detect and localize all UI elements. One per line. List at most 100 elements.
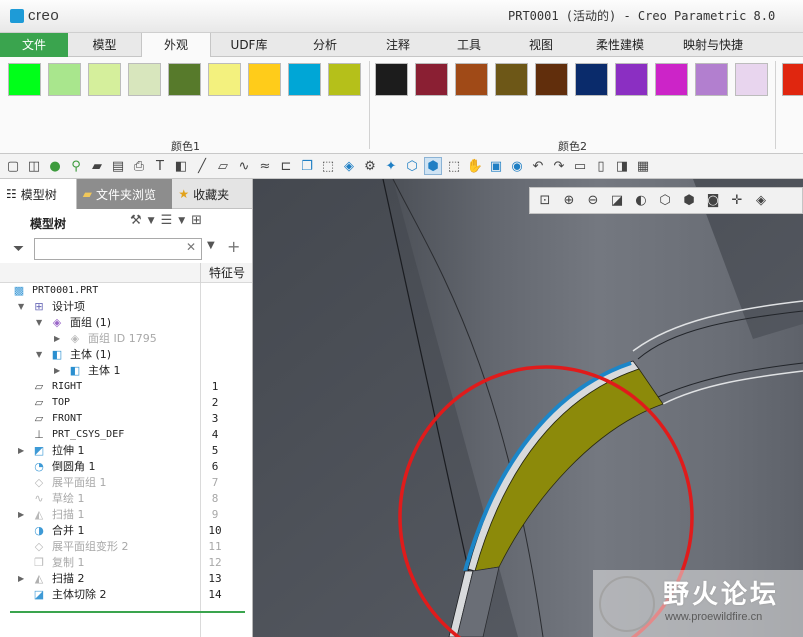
color-swatch[interactable] [655, 63, 688, 96]
line-icon[interactable]: ╱ [193, 157, 211, 175]
saved-views-icon[interactable]: ⬢ [680, 193, 698, 208]
plane-icon[interactable]: ▱ [214, 157, 232, 175]
expand-icon[interactable]: ▶ [54, 363, 60, 379]
collapse-icon[interactable]: ▼ [18, 299, 24, 315]
ribbon-tab[interactable]: 注释 [363, 33, 433, 57]
chevron-down-icon[interactable]: ▼ [178, 216, 185, 226]
collapse-icon[interactable]: ▼ [36, 347, 42, 363]
tree-row[interactable]: ▶ ◭ 扫描 1 9 [0, 507, 252, 523]
tree-settings-icon[interactable]: ⚒ [130, 213, 142, 228]
tree-row[interactable]: ▱ FRONT 3 [0, 411, 252, 427]
tree-row[interactable]: ◪ 主体切除 2 14 [0, 587, 252, 603]
ribbon-tab[interactable]: 映射与快捷 [663, 33, 763, 57]
color-swatch[interactable] [288, 63, 321, 96]
select-box-icon[interactable]: ⬚ [445, 157, 463, 175]
tab-folder-browser[interactable]: ▰ 文件夹浏览 [76, 179, 173, 209]
view-cube-icon[interactable]: ⬡ [656, 193, 674, 208]
expand-icon[interactable]: ▶ [54, 331, 60, 347]
tree-row[interactable]: ▶ ◈ 面组 ID 1795 [0, 331, 252, 347]
tree-row[interactable]: ▼ ◧ 主体 (1) [0, 347, 252, 363]
folder-icon[interactable]: ▰ [88, 157, 106, 175]
zoom-out-icon[interactable]: ⊖ [584, 193, 602, 208]
page-icon[interactable]: ▯ [592, 157, 610, 175]
color-swatch[interactable] [415, 63, 448, 96]
ribbon-tab[interactable]: UDF库 [211, 33, 287, 57]
text-icon[interactable]: T [151, 157, 169, 175]
tree-row[interactable]: ◇ 展平面组 1 7 [0, 475, 252, 491]
curve-icon[interactable]: ≈ [256, 157, 274, 175]
color-swatch[interactable] [88, 63, 121, 96]
color-swatch[interactable] [535, 63, 568, 96]
save-icon[interactable]: ▤ [109, 157, 127, 175]
ribbon-tab[interactable]: 外观 [141, 33, 211, 58]
open-icon[interactable]: ◫ [25, 157, 43, 175]
globe-icon[interactable]: ◉ [508, 157, 526, 175]
color-swatch[interactable] [575, 63, 608, 96]
layout-icon[interactable]: ◨ [613, 157, 631, 175]
redo-icon[interactable]: ↷ [550, 157, 568, 175]
tree-row[interactable]: ❐ 复制 1 12 [0, 555, 252, 571]
expand-icon[interactable]: ▶ [18, 443, 24, 459]
model-icon[interactable]: ◧ [172, 157, 190, 175]
tree-row[interactable]: ◇ 展平面组变形 2 11 [0, 539, 252, 555]
color-swatch[interactable] [8, 63, 41, 96]
ribbon-tab[interactable]: 视图 [505, 33, 577, 57]
tree-row[interactable]: ▼ ⊞ 设计项 [0, 299, 252, 315]
tab-model-tree[interactable]: ☷ 模型树 [0, 179, 77, 209]
pan-icon[interactable]: ✋ [466, 157, 484, 175]
spline-icon[interactable]: ∿ [235, 157, 253, 175]
zoom-in-icon[interactable]: ⊕ [560, 193, 578, 208]
tools-icon[interactable]: ⚙ [361, 157, 379, 175]
undo-icon[interactable]: ↶ [529, 157, 547, 175]
color-swatch[interactable] [168, 63, 201, 96]
render-icon[interactable]: ◈ [340, 157, 358, 175]
graphics-viewport[interactable]: ⊡ ⊕ ⊖ ◪ ◐ ⬡ ⬢ ◙ ✛ ◈ 野火论坛 www.proewildfire.cn [253, 179, 803, 637]
ribbon-tab[interactable]: 模型 [68, 33, 141, 57]
tab-favorites[interactable]: ★ 收藏夹 [172, 179, 252, 209]
appearance-icon[interactable]: ● [46, 157, 64, 175]
repaint-icon[interactable]: ◪ [608, 193, 626, 208]
tree-row[interactable]: ∿ 草绘 1 8 [0, 491, 252, 507]
color-swatch[interactable] [615, 63, 648, 96]
add-icon[interactable]: + [227, 237, 240, 256]
ribbon-tab[interactable]: 柔性建模 [577, 33, 663, 57]
color-swatch[interactable] [248, 63, 281, 96]
dimension-icon[interactable]: ⊏ [277, 157, 295, 175]
zoom-fit-icon[interactable]: ⊡ [536, 193, 554, 208]
tree-filter-settings-icon[interactable]: ⊞ [191, 213, 202, 228]
ribbon-tab[interactable]: 文件 [0, 33, 68, 57]
color-swatch[interactable] [455, 63, 488, 96]
tree-row[interactable]: ◑ 合并 1 10 [0, 523, 252, 539]
layer-icon[interactable]: ▣ [487, 157, 505, 175]
color-swatch[interactable] [735, 63, 768, 96]
color-swatch[interactable] [495, 63, 528, 96]
display-icon[interactable]: ⚲ [67, 157, 85, 175]
view-display-icon[interactable]: ◈ [752, 193, 770, 208]
color-swatch[interactable] [128, 63, 161, 96]
cube-selected-icon[interactable]: ⬢ [424, 157, 442, 175]
expand-icon[interactable]: ▶ [18, 507, 24, 523]
chevron-down-icon[interactable]: ▼ [207, 240, 215, 251]
select-icon[interactable]: ⬚ [319, 157, 337, 175]
filter-icon[interactable]: ⏷ [13, 241, 24, 257]
collapse-icon[interactable]: ▼ [36, 315, 42, 331]
insert-here-marker[interactable] [10, 611, 245, 613]
cube-icon[interactable]: ⬡ [403, 157, 421, 175]
spin-center-icon[interactable]: ✛ [728, 193, 746, 208]
tree-row[interactable]: ◔ 倒圆角 1 6 [0, 459, 252, 475]
pin-icon[interactable]: ✦ [382, 157, 400, 175]
tree-columns-icon[interactable]: ☰ [161, 213, 173, 228]
tree-row[interactable]: ▼ ◈ 面组 (1) [0, 315, 252, 331]
copy-icon[interactable]: ❐ [298, 157, 316, 175]
tree-row[interactable]: ⊥ PRT_CSYS_DEF 4 [0, 427, 252, 443]
color-swatch[interactable] [328, 63, 361, 96]
expand-icon[interactable]: ▶ [18, 571, 24, 587]
feature-number-column[interactable]: 特征号 [200, 263, 253, 283]
color-swatch[interactable] [48, 63, 81, 96]
window-icon[interactable]: ▭ [571, 157, 589, 175]
tree-search-input[interactable] [34, 238, 202, 260]
print-icon[interactable]: ⎙ [130, 157, 148, 175]
shade-icon[interactable]: ◐ [632, 193, 650, 208]
new-icon[interactable]: ▢ [4, 157, 22, 175]
settings-icon[interactable]: ▦ [634, 157, 652, 175]
